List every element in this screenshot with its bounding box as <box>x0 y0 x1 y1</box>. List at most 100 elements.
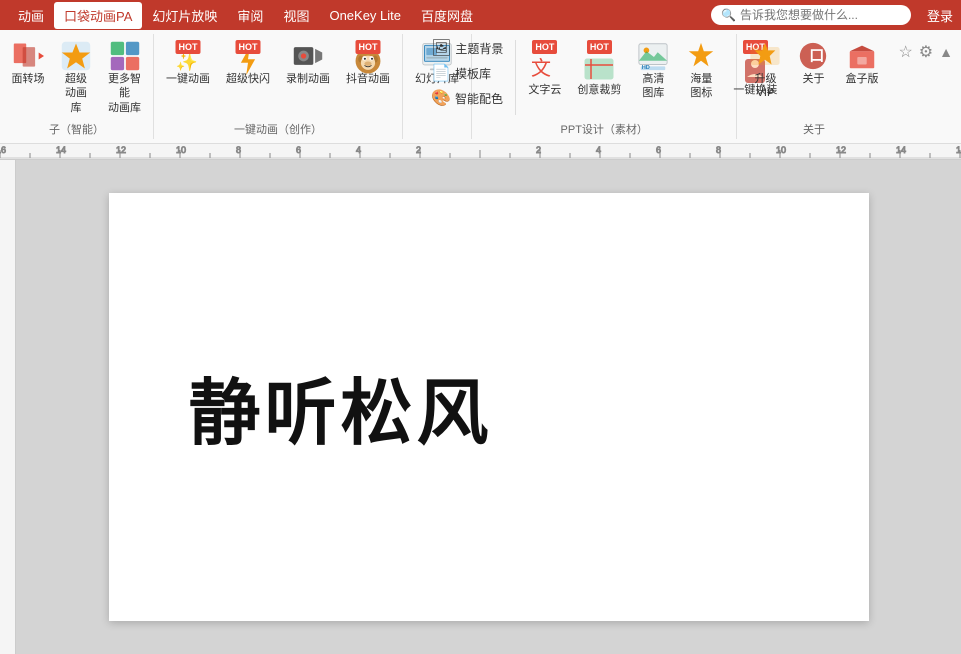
svg-text:16: 16 <box>0 145 6 155</box>
ruler-horizontal: 161412108642246810121416 <box>0 144 961 160</box>
template-lib-button[interactable]: 📄 模板库 <box>425 61 509 85</box>
super-flash-button[interactable]: HOT 超级快闪 <box>220 36 276 90</box>
svg-text:8: 8 <box>236 145 241 155</box>
star-icon[interactable]: ☆ <box>898 42 912 62</box>
super-lib-icon <box>60 40 92 72</box>
menu-item-view[interactable]: 视图 <box>273 2 319 29</box>
record-anim-label: 录制动画 <box>286 72 330 86</box>
about-label: 关于 <box>802 72 824 86</box>
smart-lib-label: 更多智能 动画库 <box>108 72 141 115</box>
svg-text:8: 8 <box>716 145 721 155</box>
text-cloud-label: 文字云 <box>528 83 561 97</box>
upgrade-vip-icon <box>749 40 781 72</box>
one-anim-icon: HOT ✨ <box>172 40 204 72</box>
hd-gallery-icon: HD <box>637 40 669 72</box>
smart-color-button[interactable]: 🎨 智能配色 <box>425 86 509 110</box>
ruler-h-svg: 161412108642246810121416 <box>0 144 961 160</box>
menu-item-slideshow[interactable]: 幻灯片放映 <box>142 2 227 29</box>
group-intelligent-label: 子（智能） <box>49 119 104 137</box>
group-about-label: 关于 <box>803 119 825 137</box>
svg-text:14: 14 <box>896 145 906 155</box>
record-anim-button[interactable]: 录制动画 <box>280 36 336 90</box>
svg-text:HD: HD <box>642 65 650 71</box>
menu-bar: 动画 口袋动画PA 幻灯片放映 审阅 视图 OneKey Lite 百度网盘 🔍… <box>0 0 961 30</box>
search-icon: 🔍 <box>721 8 736 22</box>
svg-text:文: 文 <box>531 57 551 80</box>
ruler-vertical <box>0 160 16 654</box>
theme-bg-label: 主题背景 <box>455 40 503 57</box>
svg-text:12: 12 <box>836 145 846 155</box>
box-edition-button[interactable]: 盒子版 <box>839 36 884 90</box>
settings-icon[interactable]: ⚙ <box>919 42 933 62</box>
menu-item-animation[interactable]: 动画 <box>8 2 54 29</box>
smart-color-label: 智能配色 <box>455 90 503 107</box>
creative-cut-icon <box>583 55 615 83</box>
menu-item-review[interactable]: 审阅 <box>227 2 273 29</box>
ribbon: 面转场 超级 动画库 <box>0 30 961 144</box>
hot-badge-creativecut: HOT <box>587 40 612 54</box>
svg-text:2: 2 <box>536 145 541 155</box>
svg-text:4: 4 <box>356 145 361 155</box>
hot-badge-flash: HOT <box>236 40 261 54</box>
svg-text:✨: ✨ <box>176 52 198 72</box>
hd-gallery-button[interactable]: HD 高清 图库 <box>631 36 675 105</box>
text-cloud-button[interactable]: HOT 文 文字云 <box>522 36 567 101</box>
about-button[interactable]: 口 关于 <box>791 36 835 90</box>
search-input[interactable] <box>740 8 900 22</box>
smart-lib-icon <box>109 40 141 72</box>
tiktok-anim-icon: HOT <box>352 40 384 72</box>
template-lib-icon: 📄 <box>431 63 451 83</box>
record-anim-icon <box>292 40 324 72</box>
svg-text:10: 10 <box>176 145 186 155</box>
super-lib-button[interactable]: 超级 动画库 <box>54 36 98 119</box>
svg-text:口: 口 <box>810 48 825 65</box>
one-anim-button[interactable]: HOT ✨ 一键动画 <box>160 36 216 90</box>
transition-button[interactable]: 面转场 <box>6 36 50 90</box>
hot-badge-oneclick: HOT <box>176 40 201 54</box>
template-lib-label: 模板库 <box>455 65 491 82</box>
menu-item-pocket[interactable]: 口袋动画PA <box>54 2 142 29</box>
slide-main-text: 静听松风 <box>189 354 493 459</box>
svg-text:6: 6 <box>296 145 301 155</box>
smart-color-icon: 🎨 <box>431 88 451 108</box>
mass-icons-button[interactable]: 海量 图标 <box>679 36 723 105</box>
svg-text:10: 10 <box>776 145 786 155</box>
ribbon-group-oneclick: HOT ✨ 一键动画 HOT 超级快闪 <box>154 34 403 139</box>
hot-badge-tiktok: HOT <box>356 40 381 54</box>
about-icon: 口 <box>797 40 829 72</box>
hd-gallery-label: 高清 图库 <box>642 72 664 101</box>
group-pptdesign-label: PPT设计（素材） <box>561 119 648 137</box>
smart-lib-button[interactable]: 更多智能 动画库 <box>102 36 147 119</box>
menu-item-onekey[interactable]: OneKey Lite <box>319 4 411 27</box>
svg-text:16: 16 <box>956 145 961 155</box>
transition-label: 面转场 <box>12 72 45 86</box>
svg-text:6: 6 <box>656 145 661 155</box>
hot-badge-textcloud: HOT <box>532 40 557 54</box>
slide-canvas[interactable]: 静听松风 <box>109 193 869 621</box>
theme-bg-button[interactable]: 🖼 主题背景 <box>425 36 509 60</box>
ribbon-group-intelligent-content: 面转场 超级 动画库 <box>6 36 147 119</box>
text-cloud-icon: 文 <box>529 55 561 83</box>
svg-text:4: 4 <box>596 145 601 155</box>
ribbon-group-about: 升级 VIP 口 关于 <box>737 34 890 139</box>
svg-text:2: 2 <box>416 145 421 155</box>
ribbon-group-intelligent: 面转场 超级 动画库 <box>0 34 154 139</box>
ribbon-group-pptdesign: 🖼 主题背景 📄 模板库 🎨 智能配色 HOT 文 <box>472 34 737 139</box>
box-edition-label: 盒子版 <box>845 72 878 86</box>
ribbon-group-oneclick-content: HOT ✨ 一键动画 HOT 超级快闪 <box>160 36 396 119</box>
menu-item-baidu[interactable]: 百度网盘 <box>411 2 483 29</box>
search-box: 🔍 <box>711 5 911 25</box>
super-flash-icon: HOT <box>232 40 264 72</box>
svg-text:14: 14 <box>56 145 66 155</box>
collapse-icon[interactable]: ▲ <box>939 44 953 60</box>
creative-cut-button[interactable]: HOT 创意裁剪 <box>571 36 627 101</box>
super-lib-label: 超级 动画库 <box>60 72 92 115</box>
ppt-design-small-col: 🖼 主题背景 📄 模板库 🎨 智能配色 <box>425 36 509 110</box>
mass-icons-icon <box>685 40 717 72</box>
tiktok-anim-button[interactable]: HOT 抖音动画 <box>340 36 396 90</box>
ppt-divider <box>515 40 516 115</box>
slide-area: 静听松风 <box>0 160 961 654</box>
login-button[interactable]: 登录 <box>927 6 953 25</box>
upgrade-vip-button[interactable]: 升级 VIP <box>743 36 787 105</box>
ribbon-group-pptdesign-content: 🖼 主题背景 📄 模板库 🎨 智能配色 HOT 文 <box>425 36 783 119</box>
